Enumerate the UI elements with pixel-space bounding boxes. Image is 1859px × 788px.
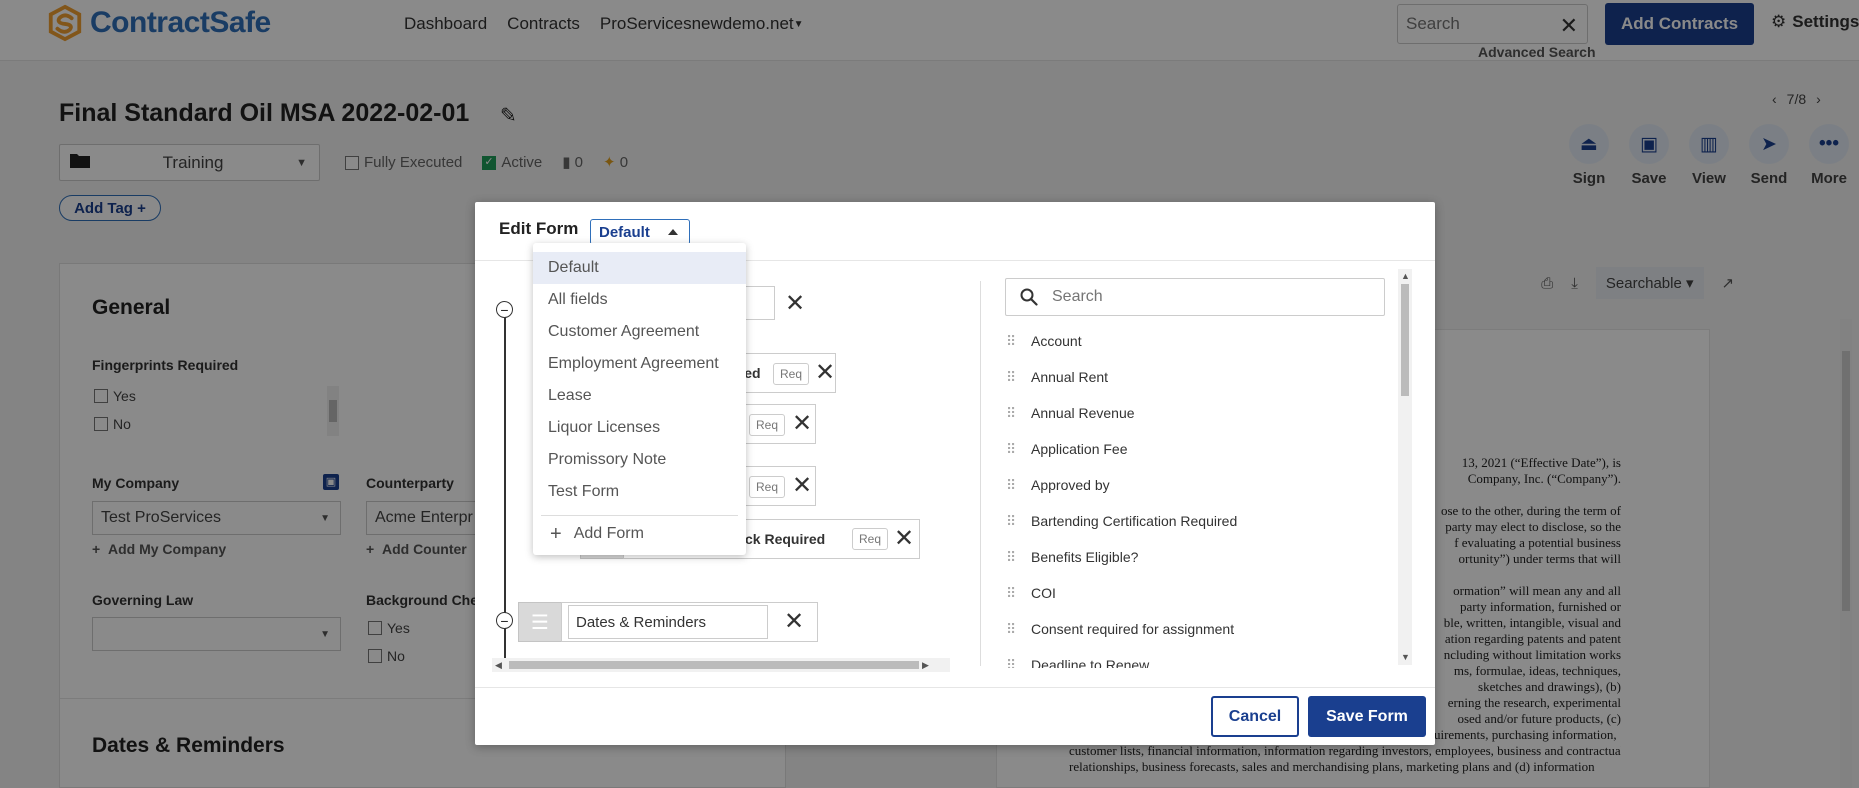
required-toggle[interactable]: Req	[749, 414, 786, 436]
available-field-label: Annual Revenue	[1031, 405, 1135, 421]
form-option-default[interactable]: Default	[533, 252, 746, 284]
add-form-label: Add Form	[573, 525, 644, 542]
form-option-all-fields[interactable]: All fields	[533, 284, 746, 316]
scroll-right-arrow-icon[interactable]: ▶	[922, 660, 929, 671]
remove-field-icon[interactable]: ✕	[784, 610, 804, 634]
available-field-item[interactable]: ⠿ Annual Rent	[1006, 359, 1386, 395]
tree-horizontal-scrollbar[interactable]	[492, 658, 950, 672]
tree-section-label[interactable]: Dates & Reminders	[568, 605, 768, 639]
available-field-item[interactable]: ⠿ Application Fee	[1006, 431, 1386, 467]
form-option-test-form[interactable]: Test Form	[533, 476, 746, 508]
remove-field-icon[interactable]: ✕	[792, 474, 812, 498]
remove-field-icon[interactable]: ✕	[792, 412, 812, 436]
drag-handle-icon: ⠿	[1006, 441, 1016, 457]
cancel-button[interactable]: Cancel	[1211, 696, 1299, 737]
available-field-item[interactable]: ⠿ Approved by	[1006, 467, 1386, 503]
drag-handle-icon: ⠿	[1006, 513, 1016, 529]
available-field-label: Benefits Eligible?	[1031, 549, 1139, 565]
drag-handle-icon: ⠿	[1006, 585, 1016, 601]
search-icon	[1006, 288, 1052, 306]
form-template-select[interactable]: Default	[590, 219, 690, 245]
available-field-label: Annual Rent	[1031, 369, 1109, 385]
modal-footer-divider	[475, 687, 1435, 688]
plus-icon: +	[550, 523, 562, 545]
available-field-label: Approved by	[1031, 477, 1110, 493]
available-field-item[interactable]: ⠿ Account	[1006, 323, 1386, 359]
tree-section-item[interactable]: Dates & Reminders ✕	[561, 602, 818, 642]
drag-handle-icon: ⠿	[1006, 405, 1016, 421]
drag-handle-icon[interactable]: ☰	[518, 602, 562, 642]
required-toggle[interactable]: Req	[749, 476, 786, 498]
form-option-promissory-note[interactable]: Promissory Note	[533, 444, 746, 476]
scroll-left-arrow-icon[interactable]: ◀	[495, 660, 502, 671]
drag-handle-icon: ⠿	[1006, 477, 1016, 493]
collapse-node-icon[interactable]: −	[496, 301, 513, 318]
form-option-employment-agreement[interactable]: Employment Agreement	[533, 348, 746, 380]
remove-field-icon[interactable]: ✕	[894, 527, 914, 551]
available-field-item[interactable]: ⠿ COI	[1006, 575, 1386, 611]
available-field-label: Application Fee	[1031, 441, 1128, 457]
scroll-down-arrow-icon[interactable]: ▼	[1401, 652, 1410, 662]
remove-field-icon[interactable]: ✕	[815, 361, 835, 385]
caret-up-icon	[668, 229, 678, 235]
available-field-label: Bartending Certification Required	[1031, 513, 1238, 529]
form-template-dropdown: Default All fields Customer Agreement Em…	[533, 243, 746, 555]
fields-list-scrollbar[interactable]	[1398, 269, 1412, 665]
scroll-up-arrow-icon[interactable]: ▲	[1401, 271, 1410, 281]
form-option-lease[interactable]: Lease	[533, 380, 746, 412]
field-search-input[interactable]	[1052, 280, 1362, 314]
required-toggle[interactable]: Req	[852, 528, 889, 550]
available-field-label: COI	[1031, 585, 1056, 601]
form-option-liquor-licenses[interactable]: Liquor Licenses	[533, 412, 746, 444]
available-field-item[interactable]: ⠿ Deadline to Renew	[1006, 647, 1386, 668]
field-search-box	[1005, 278, 1385, 316]
remove-field-icon[interactable]: ✕	[785, 292, 805, 316]
available-field-label: Consent required for assignment	[1031, 621, 1235, 637]
available-field-item[interactable]: ⠿ Annual Revenue	[1006, 395, 1386, 431]
form-option-customer-agreement[interactable]: Customer Agreement	[533, 316, 746, 348]
drag-handle-icon: ⠿	[1006, 369, 1016, 385]
collapse-node-icon[interactable]: −	[496, 612, 513, 629]
save-form-button[interactable]: Save Form	[1308, 696, 1426, 737]
available-field-item[interactable]: ⠿ Consent required for assignment	[1006, 611, 1386, 647]
drag-handle-icon: ⠿	[1006, 657, 1016, 668]
modal-title: Edit Form	[499, 219, 579, 238]
drag-handle-icon: ⠿	[1006, 621, 1016, 637]
available-field-item[interactable]: ⠿ Bartending Certification Required	[1006, 503, 1386, 539]
required-toggle[interactable]: Req	[773, 363, 810, 385]
drag-handle-icon: ⠿	[1006, 549, 1016, 565]
available-field-item[interactable]: ⠿ Benefits Eligible?	[1006, 539, 1386, 575]
available-field-label: Deadline to Renew	[1031, 657, 1150, 668]
available-fields-list: ⠿ Account ⠿ Annual Rent ⠿ Annual Revenue ⠿ A…	[1006, 323, 1386, 668]
add-form-option[interactable]: + Add Form	[533, 516, 746, 552]
available-field-label: Account	[1031, 333, 1082, 349]
form-template-value: Default	[599, 223, 650, 241]
drag-handle-icon: ⠿	[1006, 333, 1016, 349]
pane-divider	[980, 281, 981, 666]
